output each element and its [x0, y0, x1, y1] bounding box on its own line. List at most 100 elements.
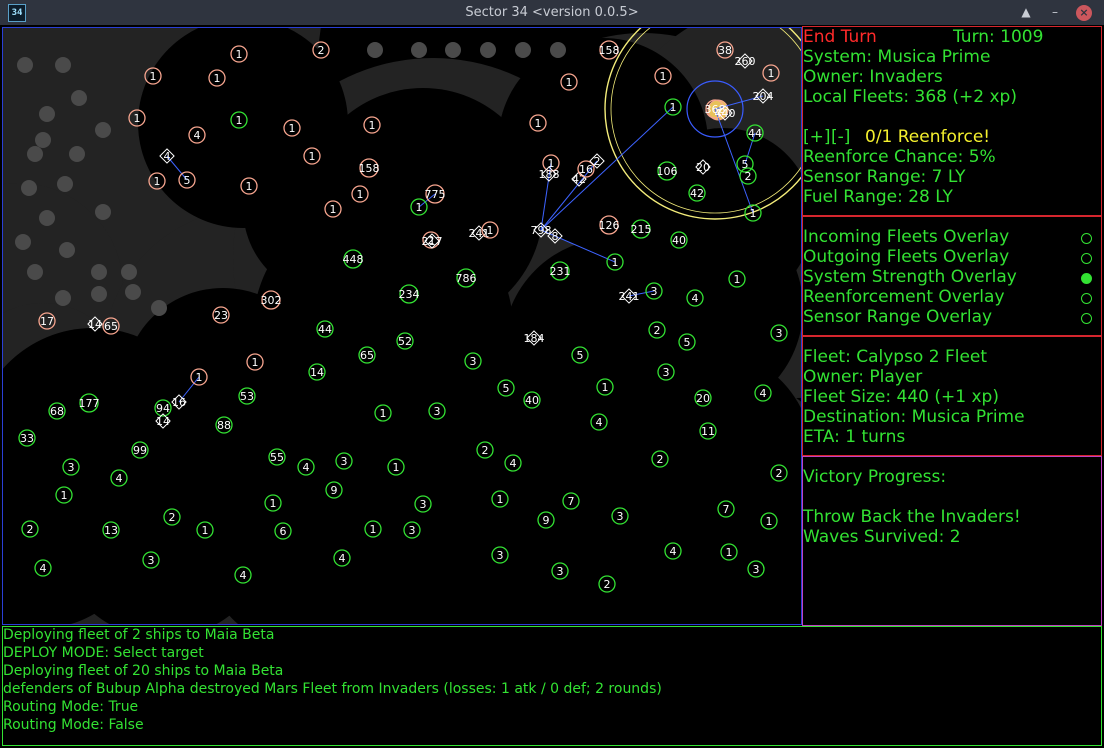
minimize-button[interactable]: – [1045, 0, 1065, 25]
message-log: Deploying fleet of 2 ships to Maia Beta … [2, 626, 1102, 746]
system-panel: End Turn Turn: 1009 System: Musica Prime… [802, 26, 1102, 216]
system-strength-label: 204 [753, 90, 774, 103]
system-strength-label: 9 [543, 514, 550, 527]
star-dust [151, 300, 167, 316]
log-line: Deploying fleet of 20 ships to Maia Beta [3, 663, 284, 679]
system-strength-label: 4 [596, 416, 603, 429]
system-strength-label: 55 [270, 451, 284, 464]
maximize-button[interactable]: ▲ [1016, 0, 1036, 25]
system-strength-label: 23 [214, 309, 228, 322]
system-strength-label: 1 [602, 381, 609, 394]
star-dust [69, 146, 85, 162]
fleet-name: Fleet: Calypso 2 Fleet [803, 347, 988, 367]
star-dust [121, 264, 137, 280]
system-strength-label: 106 [657, 165, 678, 178]
overlay-incoming-label[interactable]: Incoming Fleets Overlay [803, 227, 1009, 247]
system-strength-label: 1 [750, 207, 757, 220]
system-strength-label: 4 [194, 129, 201, 142]
system-strength-label: 68 [50, 405, 64, 418]
turn-counter: Turn: 1009 [953, 27, 1044, 47]
system-strength-label: 3 [753, 563, 760, 576]
system-strength-label: 1 [734, 273, 741, 286]
star-dust [95, 122, 111, 138]
system-strength-label: 234 [399, 288, 420, 301]
system-strength-label: 1 [670, 101, 677, 114]
log-line: DEPLOY MODE: Select target [3, 645, 204, 661]
system-strength-label: 2 [657, 453, 664, 466]
system-strength-label: 217 [422, 235, 443, 248]
overlay-outgoing-label[interactable]: Outgoing Fleets Overlay [803, 247, 1009, 267]
overlay-incoming-toggle[interactable] [1081, 233, 1092, 244]
star-dust [15, 234, 31, 250]
system-strength-label: 3 [420, 498, 427, 511]
victory-title: Victory Progress: [803, 467, 947, 487]
system-strength-label: 177 [79, 397, 100, 410]
system-strength-label: 1 [236, 114, 243, 127]
reinforce-button[interactable]: 0/1 Reenforce! [865, 127, 990, 147]
close-button[interactable]: × [1076, 5, 1092, 21]
system-strength-label: 1 [660, 70, 667, 83]
system-strength-label: 3 [663, 366, 670, 379]
system-strength-label: 1 [768, 67, 775, 80]
system-strength-label: 5 [184, 174, 191, 187]
star-dust [27, 146, 43, 162]
system-strength-label: 38 [718, 44, 732, 57]
overlay-panel: Incoming Fleets Overlay Outgoing Fleets … [802, 216, 1102, 336]
reinforce-plus-button[interactable]: [+] [803, 127, 831, 147]
overlay-reinforcement-label[interactable]: Reenforcement Overlay [803, 287, 1005, 307]
sensor-range: Sensor Range: 7 LY [803, 167, 966, 187]
system-strength-label: 1 [357, 188, 364, 201]
system-strength-label: 2 [169, 511, 176, 524]
overlay-outgoing-toggle[interactable] [1081, 253, 1092, 264]
system-strength-label: 40 [525, 394, 539, 407]
system-strength-label: 1 [370, 523, 377, 536]
system-strength-label: 2 [776, 467, 783, 480]
star-dust [480, 42, 496, 58]
end-turn-button[interactable]: End Turn [803, 27, 877, 47]
galaxy-map[interactable]: 1 2 158 1 1 1 1 38 260 1 1 1 1 1 1 1 204 4 1 368 440 44 4 158 1 1… [2, 27, 802, 625]
system-strength-label: 126 [599, 219, 620, 232]
fleet-eta: ETA: 1 turns [803, 427, 906, 447]
system-strength-label: 1 [566, 76, 573, 89]
system-strength-label: 1 [154, 175, 161, 188]
star-dust [27, 264, 43, 280]
system-strength-label: 4 [40, 562, 47, 575]
system-strength-label: 16 [579, 163, 593, 176]
star-dust [21, 180, 37, 196]
system-strength-label: 3 [434, 405, 441, 418]
system-strength-label: 158 [599, 44, 620, 57]
system-strength-label: 33 [20, 432, 34, 445]
system-strength-label: 260 [735, 55, 756, 68]
reinforce-chance: Reenforce Chance: 5% [803, 147, 996, 167]
overlay-strength-toggle[interactable] [1081, 273, 1092, 284]
system-strength-label: 4 [510, 457, 517, 470]
system-strength-label: 4 [760, 387, 767, 400]
system-strength-label: 52 [398, 335, 412, 348]
system-strength-label: 1 [196, 371, 203, 384]
victory-panel: Victory Progress: Throw Back the Invader… [802, 456, 1102, 626]
star-dust [39, 106, 55, 122]
overlay-sensor-toggle[interactable] [1081, 313, 1092, 324]
reinforce-minus-button[interactable]: [-] [831, 127, 850, 147]
system-strength-label: 2 [604, 578, 611, 591]
system-strength-label: 786 [456, 272, 477, 285]
system-owner: Owner: Invaders [803, 67, 943, 87]
system-strength-label: 44 [748, 127, 762, 140]
system-strength-label: 20 [696, 392, 710, 405]
system-strength-label: 17 [40, 315, 54, 328]
system-strength-label: 3 [409, 524, 416, 537]
overlay-strength-label[interactable]: System Strength Overlay [803, 267, 1017, 287]
system-strength-label: 53 [240, 390, 254, 403]
fleet-owner: Owner: Player [803, 367, 923, 387]
system-strength-label: 4 [116, 472, 123, 485]
overlay-sensor-label[interactable]: Sensor Range Overlay [803, 307, 992, 327]
system-strength-label: 1 [766, 515, 773, 528]
local-fleets: Local Fleets: 368 (+2 xp) [803, 87, 1017, 107]
system-strength-label: 42 [690, 187, 704, 200]
fuel-range: Fuel Range: 28 LY [803, 187, 953, 207]
overlay-reinforcement-toggle[interactable] [1081, 293, 1092, 304]
log-line: Routing Mode: False [3, 717, 144, 733]
system-strength-label: 775 [425, 188, 446, 201]
system-strength-label: 1 [246, 180, 253, 193]
system-strength-label: 11 [701, 425, 715, 438]
